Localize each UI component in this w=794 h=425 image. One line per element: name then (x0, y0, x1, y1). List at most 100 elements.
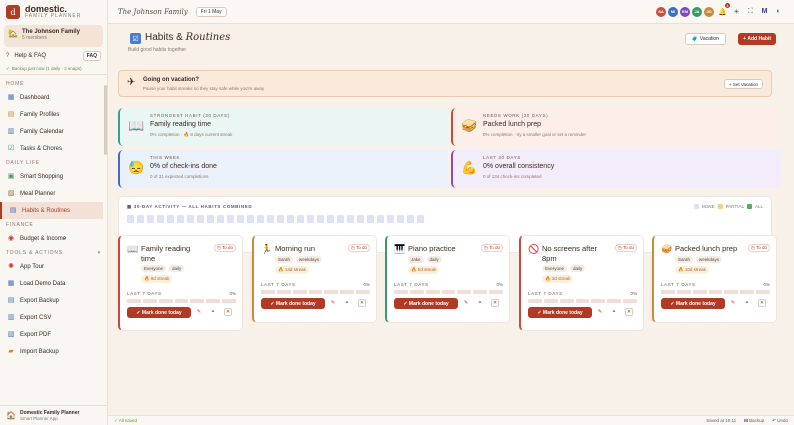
legend-none-swatch (693, 204, 699, 209)
nav-app-tour[interactable]: ✺ App Tour (0, 258, 107, 275)
link-icon[interactable]: ⚭ (209, 308, 217, 316)
activity-day-cell[interactable] (197, 215, 204, 223)
activity-day-cell[interactable] (417, 215, 424, 223)
avatar[interactable]: JA (692, 6, 702, 17)
stat-label: STRONGEST HABIT (30 DAYS) (150, 113, 230, 118)
link-icon[interactable]: ⚭ (343, 299, 351, 307)
activity-day-cell[interactable] (257, 215, 264, 223)
mark-done-button[interactable]: ✓ Mark done today (661, 298, 725, 309)
date-chip[interactable]: Fri 1 May (195, 6, 227, 17)
activity-day-cell[interactable] (187, 215, 194, 223)
nav-import-backup[interactable]: ▰ Import Backup (0, 343, 107, 360)
backup-footer-button[interactable]: M Backup (744, 418, 764, 423)
undo-button[interactable]: ↶ Undo (772, 418, 788, 424)
notifications-icon[interactable]: 🔔 4 (717, 3, 730, 17)
link-icon[interactable]: ⚭ (476, 299, 484, 307)
mark-done-button[interactable]: ✓ Mark done today (261, 298, 325, 309)
activity-day-cell[interactable] (247, 215, 254, 223)
nav-export-backup[interactable]: ▤ Export Backup (0, 292, 107, 309)
nav-family-calendar[interactable]: ▥ Family Calendar (0, 123, 107, 140)
activity-day-cell[interactable] (267, 215, 274, 223)
activity-day-cell[interactable] (147, 215, 154, 223)
link-icon[interactable]: ⚭ (743, 299, 751, 307)
activity-day-cell[interactable] (377, 215, 384, 223)
nav-export-csv[interactable]: ▥ Export CSV (0, 309, 107, 326)
habit-card[interactable]: 🎹 Piano practice ◷ To do Jake daily 🔥 5d … (385, 235, 510, 323)
link-icon[interactable]: ⚭ (610, 308, 618, 316)
activity-day-cell[interactable] (287, 215, 294, 223)
nav-habits-routines[interactable]: ▤ Habits & Routines (0, 202, 103, 219)
set-vacation-button[interactable]: + Set Vacation (723, 79, 763, 89)
activity-day-cell[interactable] (207, 215, 214, 223)
nav-smart-shopping[interactable]: ▣ Smart Shopping (0, 168, 107, 185)
activity-day-cell[interactable] (167, 215, 174, 223)
brand[interactable]: d domestic. FAMILY PLANNER (0, 0, 107, 23)
avatar[interactable]: SA (656, 6, 666, 17)
activity-day-cell[interactable] (297, 215, 304, 223)
activity-day-cell[interactable] (227, 215, 234, 223)
delete-icon[interactable]: ✕ (758, 299, 766, 307)
avatar[interactable]: EM (680, 6, 690, 17)
vacation-button[interactable]: 🧳 Vacation (684, 33, 726, 45)
sidebar-scrollbar[interactable] (104, 85, 107, 155)
activity-day-cell[interactable] (217, 215, 224, 223)
activity-day-cell[interactable] (327, 215, 334, 223)
day-bar (394, 290, 408, 294)
stat-subtext: 0 of 134 check-ins completed (483, 174, 542, 179)
habit-card[interactable]: 🥪 Packed lunch prep ◷ To do Sarah weekday… (652, 235, 777, 323)
delete-icon[interactable]: ✕ (224, 308, 232, 316)
nav-tasks-chores[interactable]: ☑ Tasks & Chores (0, 140, 107, 157)
fullscreen-icon[interactable]: ⛶ (745, 6, 756, 17)
activity-day-cell[interactable] (357, 215, 364, 223)
edit-icon[interactable]: ✎ (729, 299, 737, 307)
delete-icon[interactable]: ✕ (358, 299, 366, 307)
help-faq-link[interactable]: ? Help & FAQ FAQ (0, 49, 107, 63)
nav-export-pdf[interactable]: ▧ Export PDF (0, 326, 107, 343)
edit-icon[interactable]: ✎ (329, 299, 337, 307)
mark-done-button[interactable]: ✓ Mark done today (394, 298, 458, 309)
nav-load-demo-data[interactable]: ▦ Load Demo Data (0, 275, 107, 292)
add-habit-button[interactable]: + Add Habit (738, 33, 776, 45)
activity-day-cell[interactable] (397, 215, 404, 223)
activity-day-cell[interactable] (387, 215, 394, 223)
edit-icon[interactable]: ✎ (596, 308, 604, 316)
day-bar (559, 299, 574, 303)
settings-icon[interactable]: ◐ (773, 6, 784, 17)
activity-day-cell[interactable] (137, 215, 144, 223)
mark-done-button[interactable]: ✓ Mark done today (127, 307, 191, 318)
activity-day-cell[interactable] (127, 215, 134, 223)
edit-icon[interactable]: ✎ (462, 299, 470, 307)
habit-card[interactable]: 🏃 Morning run ◷ To do Sarah weekdays 🔥 14… (252, 235, 377, 323)
activity-day-cell[interactable] (347, 215, 354, 223)
activity-day-cell[interactable] (407, 215, 414, 223)
mark-done-button[interactable]: ✓ Mark done today (528, 307, 592, 318)
faq-badge[interactable]: FAQ (82, 51, 101, 61)
activity-day-cell[interactable] (337, 215, 344, 223)
activity-day-cell[interactable] (237, 215, 244, 223)
theme-icon[interactable]: ☀ (731, 6, 742, 17)
delete-icon[interactable]: ✕ (491, 299, 499, 307)
family-switcher[interactable]: 🏡 The Johnson Family 5 members (4, 25, 103, 47)
habit-card[interactable]: 📖 Family reading time ◷ To do Everyone da… (118, 235, 243, 331)
nav-family-profiles[interactable]: ▤ Family Profiles (0, 106, 107, 123)
meal-icon: ▨ (7, 189, 15, 197)
edit-icon[interactable]: ✎ (195, 308, 203, 316)
activity-day-cell[interactable] (277, 215, 284, 223)
nav-dashboard[interactable]: ▦ Dashboard (0, 89, 107, 106)
nav-label: Family Profiles (20, 111, 60, 118)
activity-day-cell[interactable] (177, 215, 184, 223)
todo-label: To do (355, 245, 367, 250)
todo-label: To do (622, 245, 634, 250)
activity-day-cell[interactable] (317, 215, 324, 223)
nav-budget-income[interactable]: ◉ Budget & Income (0, 230, 107, 247)
activity-day-cell[interactable] (367, 215, 374, 223)
avatar[interactable]: MI (668, 6, 678, 17)
avatar[interactable]: JO (704, 6, 714, 17)
activity-day-cell[interactable] (307, 215, 314, 223)
menu-icon[interactable]: M (759, 6, 770, 17)
habit-card[interactable]: 🚫 No screens after 8pm ◷ To do Everyone d… (519, 235, 644, 331)
section-tools-actions[interactable]: TOOLS & ACTIONS ▾ (0, 247, 107, 258)
activity-day-cell[interactable] (157, 215, 164, 223)
delete-icon[interactable]: ✕ (625, 308, 633, 316)
nav-meal-planner[interactable]: ▨ Meal Planner (0, 185, 107, 202)
